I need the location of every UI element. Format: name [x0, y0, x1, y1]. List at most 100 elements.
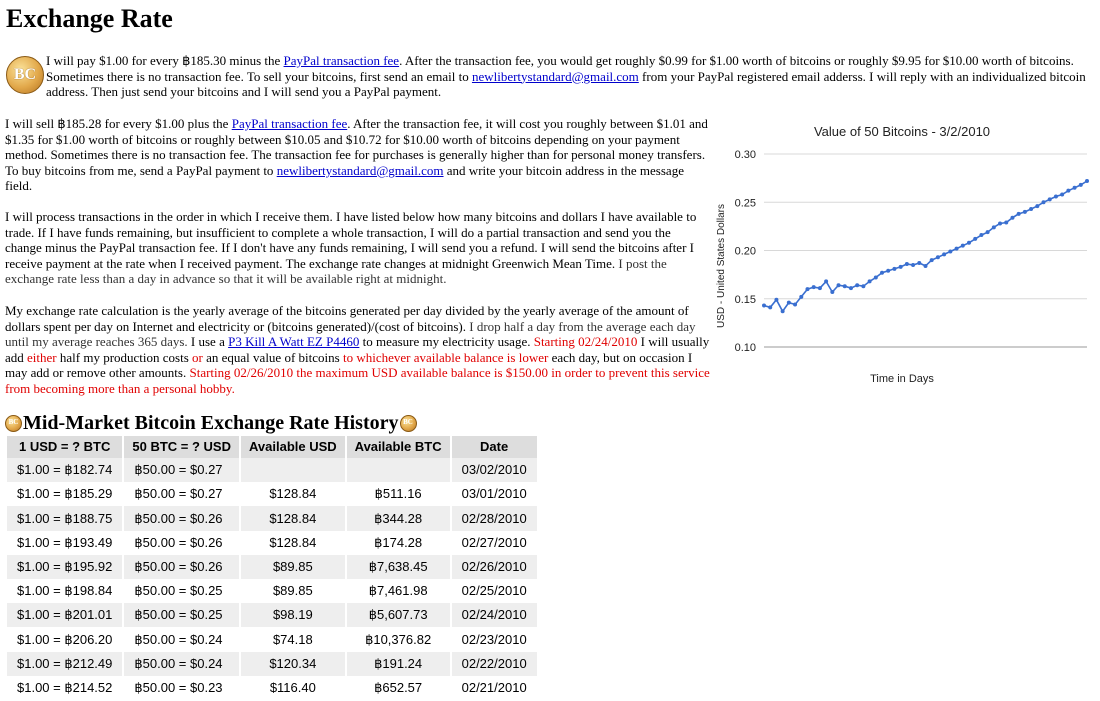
calc-text: half my production costs [56, 349, 193, 365]
email-link[interactable]: newlibertystandard@gmail.com [472, 69, 639, 84]
table-row: $1.00 = ฿195.92 ฿50.00 = $0.26 $89.85 ฿7… [7, 554, 537, 579]
chart-data-point [1022, 209, 1027, 214]
chart-y-tick-label: 0.10 [735, 342, 756, 354]
chart-data-point [911, 262, 916, 267]
chart-data-point [824, 279, 829, 284]
chart-data-point [960, 243, 965, 248]
column-header-btc-usd: 50 BTC = ? USD [124, 436, 239, 458]
chart-data-point [917, 261, 922, 266]
chart-y-tick-label: 0.15 [735, 294, 756, 306]
chart-data-point [780, 309, 785, 314]
chart-data-point [830, 289, 835, 294]
coin-icon: BC [399, 414, 417, 432]
cell-available-btc: ฿10,376.82 [365, 631, 432, 647]
chart-data-point [1066, 188, 1071, 193]
chart-data-point [1060, 192, 1065, 197]
order-text: I will process transactions in the order… [5, 209, 697, 271]
chart-data-point [799, 294, 804, 299]
cell-available-btc: ฿5,607.73 [346, 603, 450, 628]
chart-data-point [873, 275, 878, 280]
chart-data-point [979, 233, 984, 238]
cell-usd-btc: $1.00 = ฿188.75 [7, 506, 123, 531]
cell-btc-usd: ฿50.00 = $0.26 [124, 554, 239, 579]
chart-data-point [966, 240, 971, 245]
kill-a-watt-link[interactable]: P3 Kill A Watt EZ P4460 [228, 334, 359, 349]
cell-usd-btc: $1.00 = ฿206.20 [17, 631, 113, 647]
chart-data-point [948, 249, 953, 254]
chart-data-point [942, 252, 947, 257]
chart-data-point [811, 285, 816, 290]
history-title: Mid-Market Bitcoin Exchange Rate History [23, 412, 399, 434]
calc-text: an equal value of bitcoins [202, 349, 343, 365]
cell-available-btc: ฿191.24 [346, 651, 450, 676]
rate-calculation-paragraph: My exchange rate calculation is the year… [5, 303, 710, 397]
table-row: $1.00 = ฿214.52 ฿50.00 = $0.23 $116.40 ฿… [7, 676, 537, 700]
cell-date: 02/25/2010 [461, 583, 527, 599]
cell-available-usd: $98.19 [241, 603, 345, 628]
cell-btc-usd: ฿50.00 = $0.23 [134, 679, 223, 695]
cell-btc-usd: ฿50.00 = $0.24 [134, 631, 223, 647]
cell-date: 02/22/2010 [451, 651, 537, 676]
table-row: $1.00 = ฿193.49 ฿50.00 = $0.26 $128.84 ฿… [7, 531, 537, 555]
cell-available-usd: $120.34 [241, 651, 345, 676]
cell-available-btc: ฿344.28 [346, 506, 450, 531]
chart-data-point [1010, 215, 1015, 220]
calc-text: I use a [187, 334, 229, 350]
chart-data-point [1072, 185, 1077, 190]
chart-data-point [886, 268, 891, 273]
chart-grid [764, 153, 1087, 348]
chart-data-point [1041, 200, 1046, 205]
chart-data-point [991, 225, 996, 230]
table-header-row: 1 USD = ? BTC 50 BTC = ? USD Available U… [7, 436, 537, 458]
chart-data-point [929, 258, 934, 263]
email-link[interactable]: newlibertystandard@gmail.com [277, 163, 444, 178]
paypal-fee-link[interactable]: PayPal transaction fee [232, 116, 348, 131]
chart-data-point [935, 255, 940, 260]
cell-available-usd: $116.40 [269, 679, 316, 695]
coin-icon-text: BC [8, 418, 19, 427]
cell-btc-usd: ฿50.00 = $0.24 [124, 651, 239, 676]
chart-data-point [774, 297, 779, 302]
chart-data-point [1029, 207, 1034, 212]
cell-available-usd [241, 458, 345, 483]
table-row: $1.00 = ฿206.20 ฿50.00 = $0.24 $74.18 ฿1… [7, 627, 537, 651]
cell-usd-btc: $1.00 = ฿198.84 [17, 583, 113, 599]
cell-available-usd: $128.84 [269, 534, 317, 550]
chart-data-point [786, 300, 791, 305]
cell-available-btc: ฿511.16 [374, 486, 422, 502]
cell-usd-btc: $1.00 = ฿182.74 [7, 458, 123, 483]
chart-y-tick-label: 0.20 [735, 246, 756, 258]
cell-usd-btc: $1.00 = ฿201.01 [7, 603, 123, 628]
cell-btc-usd: ฿50.00 = $0.26 [134, 534, 223, 550]
column-header-available-btc: Available BTC [346, 436, 450, 458]
column-header-usd-btc: 1 USD = ? BTC [7, 436, 123, 458]
chart-data-point [793, 302, 798, 307]
coin-icon-text: BC [403, 418, 413, 427]
chart-data-point [861, 284, 866, 289]
chart-data-point [1078, 182, 1083, 187]
chart-data-point [805, 287, 810, 292]
paypal-fee-link[interactable]: PayPal transaction fee [284, 53, 400, 68]
buy-bitcoins-paragraph: I will pay $1.00 for every ฿185.30 minus… [46, 53, 1092, 100]
table-row: $1.00 = ฿185.29 ฿50.00 = $0.27 $128.84 ฿… [7, 482, 537, 506]
history-heading: BC Mid-Market Bitcoin Exchange Rate Hist… [5, 410, 417, 436]
chart-data-point [1047, 197, 1052, 202]
cell-btc-usd: ฿50.00 = $0.26 [124, 506, 239, 531]
cell-available-btc: ฿652.57 [374, 679, 423, 695]
cell-btc-usd: ฿50.00 = $0.25 [124, 603, 239, 628]
chart-series-line [763, 180, 1088, 313]
cell-date: 03/01/2010 [461, 486, 527, 502]
cell-available-usd: $74.18 [272, 631, 313, 647]
chart-data-point [923, 263, 928, 268]
calc-text: to measure my electricity usage. [359, 334, 534, 350]
cell-date: 02/24/2010 [451, 603, 537, 628]
chart-svg: Value of 50 Bitcoins - 3/2/2010 0.10 0.15… [716, 124, 1089, 385]
cell-date: 02/21/2010 [461, 679, 527, 695]
cell-btc-usd: ฿50.00 = $0.27 [124, 458, 239, 483]
bitcoin-value-chart: Value of 50 Bitcoins - 3/2/2010 0.10 0.15… [712, 112, 1097, 392]
cell-available-btc: ฿7,461.98 [368, 583, 428, 599]
chart-series [762, 179, 1089, 314]
cell-usd-btc: $1.00 = ฿195.92 [7, 554, 123, 579]
coin-icon: BC [5, 414, 22, 432]
cell-btc-usd: ฿50.00 = $0.27 [134, 486, 223, 502]
